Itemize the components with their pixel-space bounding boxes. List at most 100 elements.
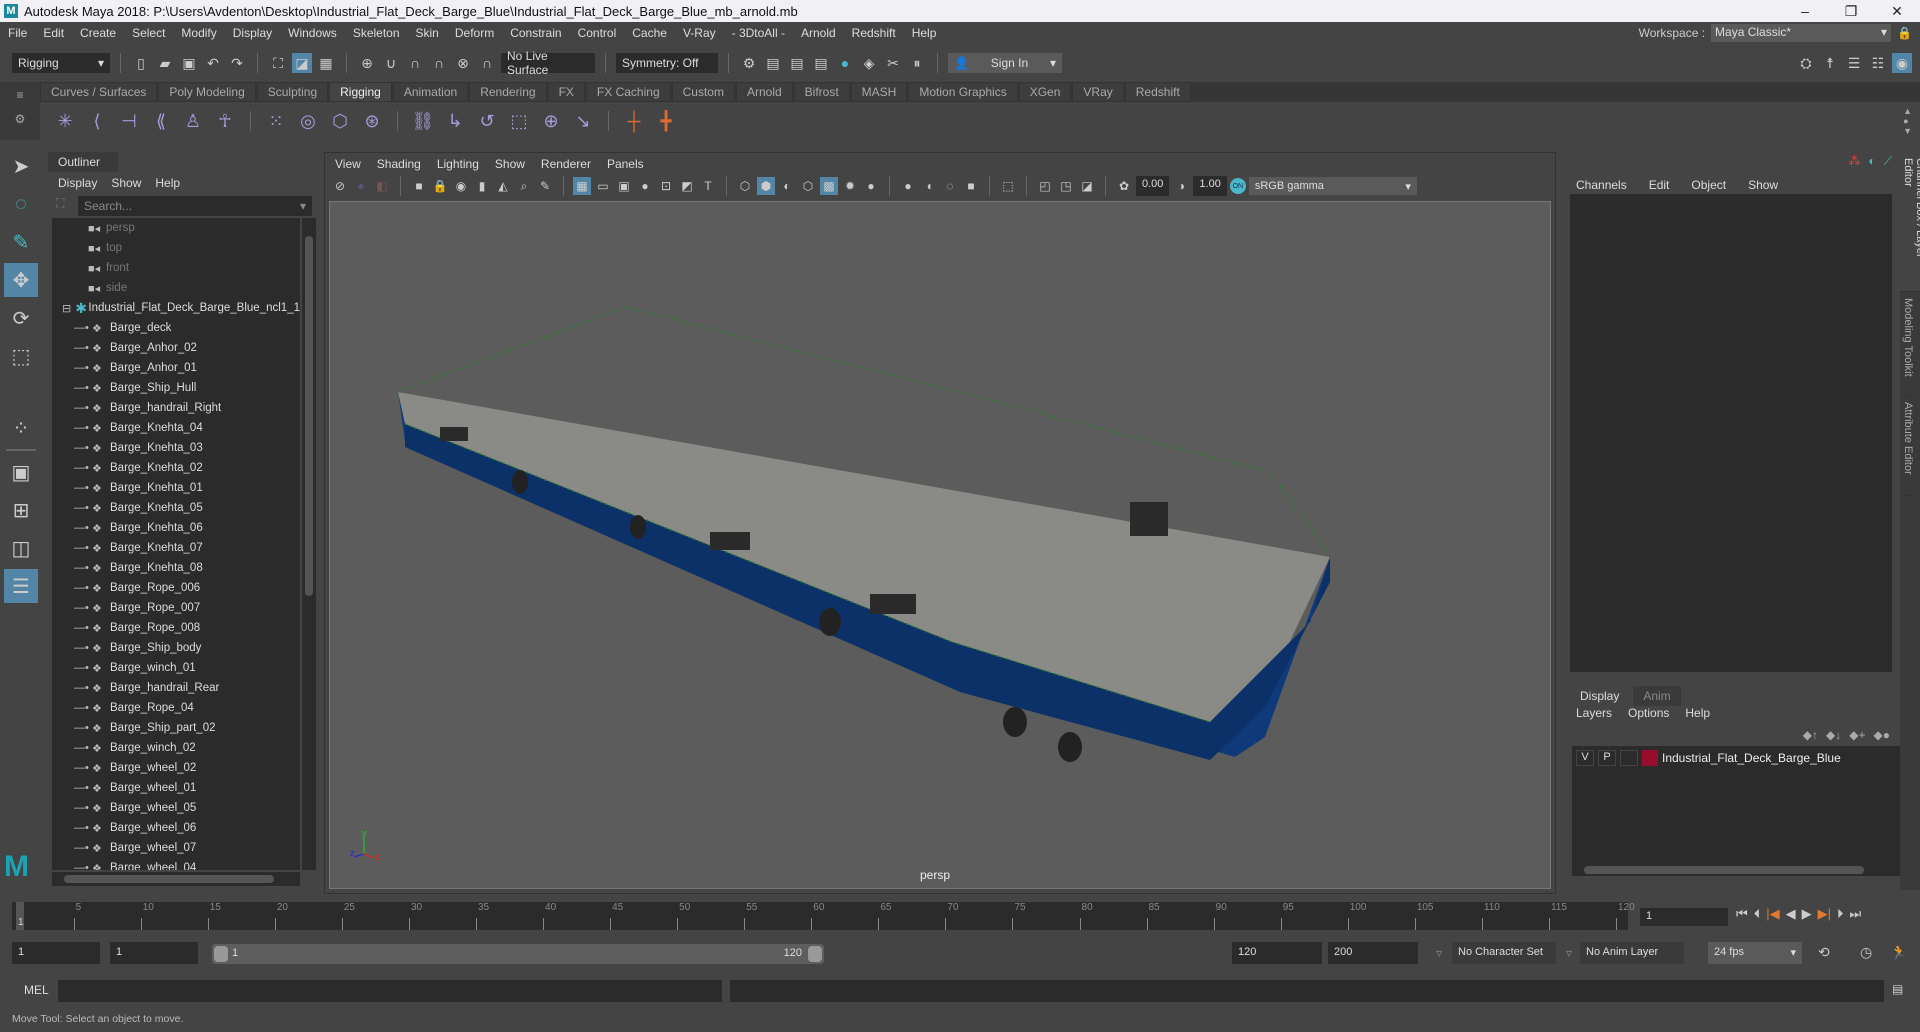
scroll-thumb[interactable] [64, 875, 274, 883]
camera-icon[interactable]: ■ [410, 177, 428, 195]
2d-pan-zoom-icon[interactable]: ⌕ [515, 177, 533, 195]
layers-menu[interactable]: Layers [1576, 706, 1612, 720]
menu-control[interactable]: Control [570, 26, 625, 40]
help-menu[interactable]: Help [1685, 706, 1710, 720]
outliner-item[interactable]: —• ❖ Barge_winch_01 [52, 658, 300, 678]
character-set-select[interactable]: No Character Set [1452, 942, 1556, 964]
exposure-icon[interactable]: ✿ [1115, 177, 1133, 195]
render-sequence-icon[interactable]: ✂ [883, 53, 903, 73]
shelf-tab-mash[interactable]: MASH [850, 82, 908, 102]
lasso-tool-icon[interactable]: ◌ [4, 187, 38, 221]
close-button[interactable]: ✕ [1874, 3, 1920, 20]
shelf-tab-rigging[interactable]: Rigging [329, 82, 392, 102]
two-pane-layout-icon[interactable]: ◫ [4, 531, 38, 565]
collapse-icon[interactable]: ⊟ [62, 302, 75, 315]
resolution-gate-icon[interactable]: ▣ [615, 177, 633, 195]
step-forward-key-icon[interactable]: ▶| [1818, 906, 1831, 922]
field-chart-icon[interactable]: ⊡ [657, 177, 675, 195]
grease-pencil-icon[interactable]: ✎ [536, 177, 554, 195]
range-start-handle[interactable] [214, 946, 228, 962]
outliner-item[interactable]: —• ❖ Barge_Ship_part_02 [52, 718, 300, 738]
ik-handle-icon[interactable]: ⟪ [148, 108, 174, 134]
side-tab-attribute-editor[interactable]: Attribute Editor [1900, 396, 1916, 496]
go-to-start-icon[interactable]: ⏮ [1736, 906, 1748, 922]
outliner-item[interactable]: —• ❖ Barge_Anhor_01 [52, 358, 300, 378]
ipr-render-icon[interactable]: ▤ [787, 53, 807, 73]
arnold-render-icon[interactable]: ◈ [859, 53, 879, 73]
select-component-icon[interactable]: ▦ [316, 53, 336, 73]
loop-icon[interactable]: ⟲ [1818, 944, 1830, 961]
scroll-thumb[interactable] [1584, 866, 1864, 874]
outliner-item[interactable]: —• ❖ Barge_Rope_006 [52, 578, 300, 598]
shelf-tab-motion-graphics[interactable]: Motion Graphics [908, 82, 1018, 102]
render-settings-icon[interactable]: ⚙ [739, 53, 759, 73]
shelf-tab-custom[interactable]: Custom [671, 82, 735, 102]
layer-display-type-toggle[interactable] [1620, 750, 1638, 766]
insert-joint-icon[interactable]: ⟨ [84, 108, 110, 134]
lock-icon[interactable]: 🔒 [1897, 26, 1912, 40]
menu-display[interactable]: Display [225, 26, 280, 40]
layer-row[interactable]: V P Industrial_Flat_Deck_Barge_Blue [1572, 746, 1902, 770]
screen-space-ao-icon[interactable]: ● [899, 177, 917, 195]
move-layer-down-icon[interactable]: ◆↓ [1826, 728, 1841, 742]
viewport-menu-panels[interactable]: Panels [607, 157, 644, 171]
current-frame-field[interactable]: 1 [1640, 908, 1728, 926]
human-ik-icon[interactable]: ☨ [1820, 53, 1840, 73]
pole-vector-icon[interactable]: ↘ [570, 108, 596, 134]
outliner-item[interactable]: —• ❖ Barge_Knehta_02 [52, 458, 300, 478]
scroll-down-icon[interactable]: ▼ [1903, 126, 1912, 136]
viewport-menu-shading[interactable]: Shading [377, 157, 421, 171]
undo-icon[interactable]: ↶ [203, 53, 223, 73]
menu-skeleton[interactable]: Skeleton [345, 26, 408, 40]
create-layer-from-selected-icon[interactable]: ◆● [1874, 728, 1890, 742]
tool-settings-toggle-icon[interactable]: ⟋ [1884, 154, 1892, 169]
menu-edit[interactable]: Edit [35, 26, 72, 40]
lattice-icon[interactable]: ⬡ [327, 108, 353, 134]
safe-action-icon[interactable]: ◩ [678, 177, 696, 195]
exposure-field[interactable]: 0.00 [1136, 176, 1170, 196]
render-frame-icon[interactable]: ▤ [763, 53, 783, 73]
film-gate-icon[interactable]: ◉ [452, 177, 470, 195]
paint-weights-icon[interactable]: ⁙ [263, 108, 289, 134]
menu-windows[interactable]: Windows [280, 26, 345, 40]
layer-horizontal-scrollbar[interactable] [1572, 864, 1902, 876]
film-gate-toggle-icon[interactable]: ▭ [594, 177, 612, 195]
xray-joints-icon[interactable]: ◳ [1057, 177, 1075, 195]
cluster-icon[interactable]: ⊛ [359, 108, 385, 134]
command-input[interactable] [58, 980, 722, 1002]
point-constraint-icon[interactable]: ↳ [442, 108, 468, 134]
playback-end-field[interactable]: 120 [1232, 942, 1322, 964]
wireframe-icon[interactable]: ⬡ [736, 177, 754, 195]
menu-3dtoall[interactable]: - 3DtoAll - [724, 26, 793, 40]
anim-layer-select[interactable]: No Anim Layer [1580, 942, 1684, 964]
object-menu[interactable]: Object [1691, 178, 1726, 192]
shelf-settings-icon[interactable]: ⚙ [0, 102, 40, 126]
shelf-tab-animation[interactable]: Animation [392, 82, 469, 102]
joint-icon[interactable]: ✳ [52, 108, 78, 134]
menu-file[interactable]: File [0, 26, 35, 40]
outliner-menu-show[interactable]: Show [111, 176, 141, 190]
layer-tab-anim[interactable]: Anim [1633, 686, 1681, 706]
outliner-item[interactable]: —• ❖ Barge_Knehta_03 [52, 438, 300, 458]
default-material-icon[interactable]: ◐ [778, 177, 796, 195]
orient-constraint-icon[interactable]: ↺ [474, 108, 500, 134]
options-menu[interactable]: Options [1628, 706, 1669, 720]
animation-preferences-icon[interactable]: 🏃 [1890, 944, 1907, 961]
menu-arnold[interactable]: Arnold [793, 26, 844, 40]
auto-key-icon[interactable]: ◷ [1860, 944, 1872, 961]
live-surface-field[interactable]: No Live Surface [501, 49, 595, 77]
outliner-item[interactable]: —• ❖ Barge_wheel_01 [52, 778, 300, 798]
show-manipulator-icon[interactable]: ⁘ [4, 411, 38, 445]
scroll-thumb[interactable] [305, 236, 313, 596]
range-slider[interactable]: 1 120 [212, 944, 824, 964]
symmetry-select[interactable]: Symmetry: Off [616, 53, 718, 73]
attribute-editor-toggle-icon[interactable]: ◐ [1868, 154, 1875, 169]
quick-rig-icon[interactable]: ♙ [180, 108, 206, 134]
outliner-item[interactable]: —• ❖ Barge_deck [52, 318, 300, 338]
move-tool-icon[interactable]: ✥ [4, 263, 38, 297]
smooth-bind-icon[interactable]: ◎ [295, 108, 321, 134]
menu-redshift[interactable]: Redshift [844, 26, 904, 40]
viewport-menu-show[interactable]: Show [495, 157, 525, 171]
shelf-tab-poly-modeling[interactable]: Poly Modeling [158, 82, 256, 102]
outliner-horizontal-scrollbar[interactable] [52, 872, 300, 886]
